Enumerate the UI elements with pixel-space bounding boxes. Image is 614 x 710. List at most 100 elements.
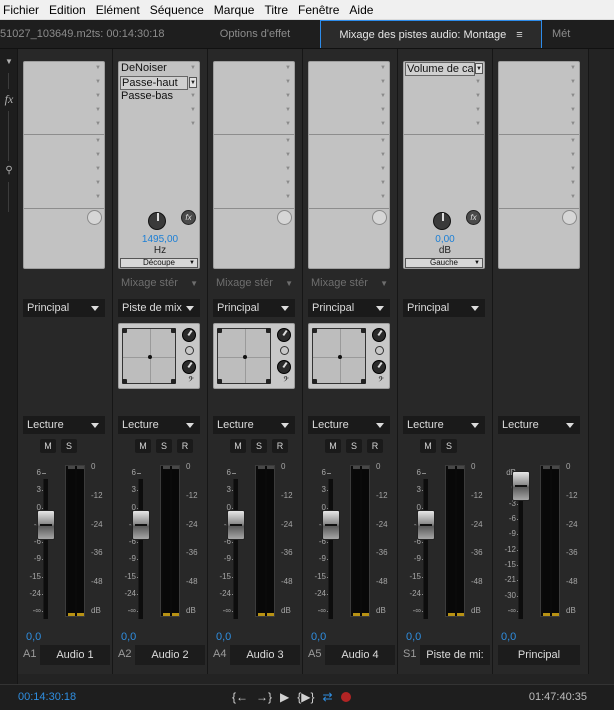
clip-indicator[interactable] [552,466,559,469]
solo-button[interactable]: S [251,439,267,453]
slot-chevron-icon[interactable]: ▼ [570,93,576,100]
slot-chevron-icon[interactable]: ▼ [380,138,386,145]
slot-chevron-icon[interactable]: ▼ [475,121,481,128]
slot-chevron-icon[interactable]: ▼ [570,166,576,173]
mute-button[interactable]: M [135,439,151,453]
volume-readout[interactable]: 0,0 [121,631,136,643]
track-name[interactable]: Principal [498,645,580,665]
slot-chevron-icon[interactable]: ▼ [95,152,101,159]
effects-rack[interactable]: ▼ ▼ ▼ ▼ ▼ ▼ ▼ ▼ ▼ ▼ [23,61,105,269]
slot-chevron-icon[interactable]: ▼ [570,121,576,128]
automation-mode-select[interactable]: Lecture [498,416,580,434]
effects-rack[interactable]: ▼ ▼ ▼ ▼ ▼ ▼ ▼ ▼ ▼ ▼ [498,61,580,269]
menu-edition[interactable]: Edition [46,3,93,17]
mute-button[interactable]: M [420,439,436,453]
fader-track[interactable] [138,479,143,619]
effect-param-knob[interactable] [148,212,166,230]
automation-mode-select[interactable]: Lecture [403,416,485,434]
slot-chevron-icon[interactable]: ▼ [285,152,291,159]
automation-mode-select[interactable]: Lecture [308,416,390,434]
solo-button[interactable]: S [441,439,457,453]
tab-options-effet[interactable]: Options d'effet [190,20,320,48]
slot-chevron-icon[interactable]: ▼ [285,138,291,145]
pan-position-dot[interactable] [243,355,247,359]
effect-slot-volume[interactable]: Volume de ca [405,62,475,76]
effects-rack[interactable]: Volume de ca ▼ ▼ ▼ ▼ ▼ fx 0,00 dB Gauche… [403,61,485,269]
clip-indicator[interactable] [163,466,170,469]
slot-chevron-icon[interactable]: ▼ [95,65,101,72]
slot-chevron-icon[interactable]: ▼ [570,180,576,187]
pen-icon[interactable]: ⚲ [2,165,16,179]
slot-chevron-icon[interactable]: ▼ [95,138,101,145]
slot-chevron-icon[interactable]: ▼ [475,93,481,100]
effect-slot-passe-bas[interactable]: Passe-bas [120,90,186,104]
volume-fader[interactable] [132,509,150,540]
pan-position-dot[interactable] [338,355,342,359]
go-to-in-icon[interactable]: {← [232,688,248,706]
clip-indicator[interactable] [543,466,550,469]
record-button[interactable]: R [272,439,288,453]
slot-chevron-icon[interactable]: ▼ [285,194,291,201]
menu-fenetre[interactable]: Fenêtre [295,3,346,17]
slot-chevron-icon[interactable]: ▼ [380,194,386,201]
effect-param-knob[interactable] [433,212,451,230]
slot-chevron-icon[interactable]: ▼ [380,65,386,72]
surround-panner[interactable]: 𝄢 [213,323,295,389]
slot-chevron-icon[interactable]: ▼ [285,121,291,128]
effect-param-select[interactable]: Découpe ▼ [120,258,198,268]
slot-chevron-icon[interactable]: ▼ [380,180,386,187]
automation-mode-select[interactable]: Lecture [23,416,105,434]
fader-track[interactable] [328,479,333,619]
record-button[interactable]: R [177,439,193,453]
output-select[interactable]: Principal [23,299,105,317]
slot-chevron-icon[interactable]: ▼ [95,180,101,187]
automation-mode-select[interactable]: Lecture [213,416,295,434]
effects-rack[interactable]: ▼ ▼ ▼ ▼ ▼ ▼ ▼ ▼ ▼ ▼ [213,61,295,269]
solo-button[interactable]: S [346,439,362,453]
volume-fader[interactable] [37,509,55,540]
effect-slot-passe-haut[interactable]: Passe-haut [120,76,188,90]
center-knob[interactable] [277,328,291,342]
clip-indicator[interactable] [457,466,464,469]
effect-slot-dropdown-icon[interactable]: ▼ [189,77,197,88]
fx-bypass-icon[interactable]: fx [466,210,481,225]
collapse-triangle-icon[interactable]: ▼ [2,57,16,71]
send-selector[interactable]: Mixage stér ▼ [118,277,200,291]
menu-marque[interactable]: Marque [211,3,262,17]
clip-indicator[interactable] [353,466,360,469]
slot-chevron-icon[interactable]: ▼ [380,93,386,100]
effect-param-circle-icon[interactable] [87,210,102,225]
volume-readout[interactable]: 0,0 [406,631,421,643]
fader-track[interactable] [233,479,238,619]
panner-field[interactable] [122,328,176,384]
record-button[interactable]: R [367,439,383,453]
output-select[interactable]: Principal [403,299,485,317]
slot-chevron-icon[interactable]: ▼ [285,107,291,114]
output-select[interactable]: Piste de mix [118,299,200,317]
surround-panner[interactable]: 𝄢 [308,323,390,389]
go-to-out-icon[interactable]: →} [256,688,272,706]
effects-rack[interactable]: DeNoiser Passe-haut ▼ Passe-bas ▼ ▼ ▼ ▼ … [118,61,200,269]
fader-track[interactable] [423,479,428,619]
panner-field[interactable] [217,328,271,384]
automation-mode-select[interactable]: Lecture [118,416,200,434]
slot-chevron-icon[interactable]: ▼ [285,166,291,173]
volume-readout[interactable]: 0,0 [216,631,231,643]
track-name[interactable]: Audio 3 [230,645,300,665]
record-icon[interactable] [340,692,351,702]
clip-indicator[interactable] [172,466,179,469]
slot-chevron-icon[interactable]: ▼ [95,166,101,173]
slot-chevron-icon[interactable]: ▼ [380,107,386,114]
slot-chevron-icon[interactable]: ▼ [95,93,101,100]
slot-chevron-icon[interactable]: ▼ [570,107,576,114]
clip-indicator[interactable] [258,466,265,469]
slot-chevron-icon[interactable]: ▼ [570,138,576,145]
clip-indicator[interactable] [77,466,84,469]
solo-button[interactable]: S [156,439,172,453]
tab-metadata[interactable]: Mét [542,20,614,48]
volume-readout[interactable]: 0,0 [26,631,41,643]
lfe-knob[interactable] [372,360,386,374]
solo-button[interactable]: S [61,439,77,453]
tab-audio-mixer[interactable]: Mixage des pistes audio: Montage ≡ [320,20,542,48]
slot-chevron-icon[interactable]: ▼ [190,93,196,100]
